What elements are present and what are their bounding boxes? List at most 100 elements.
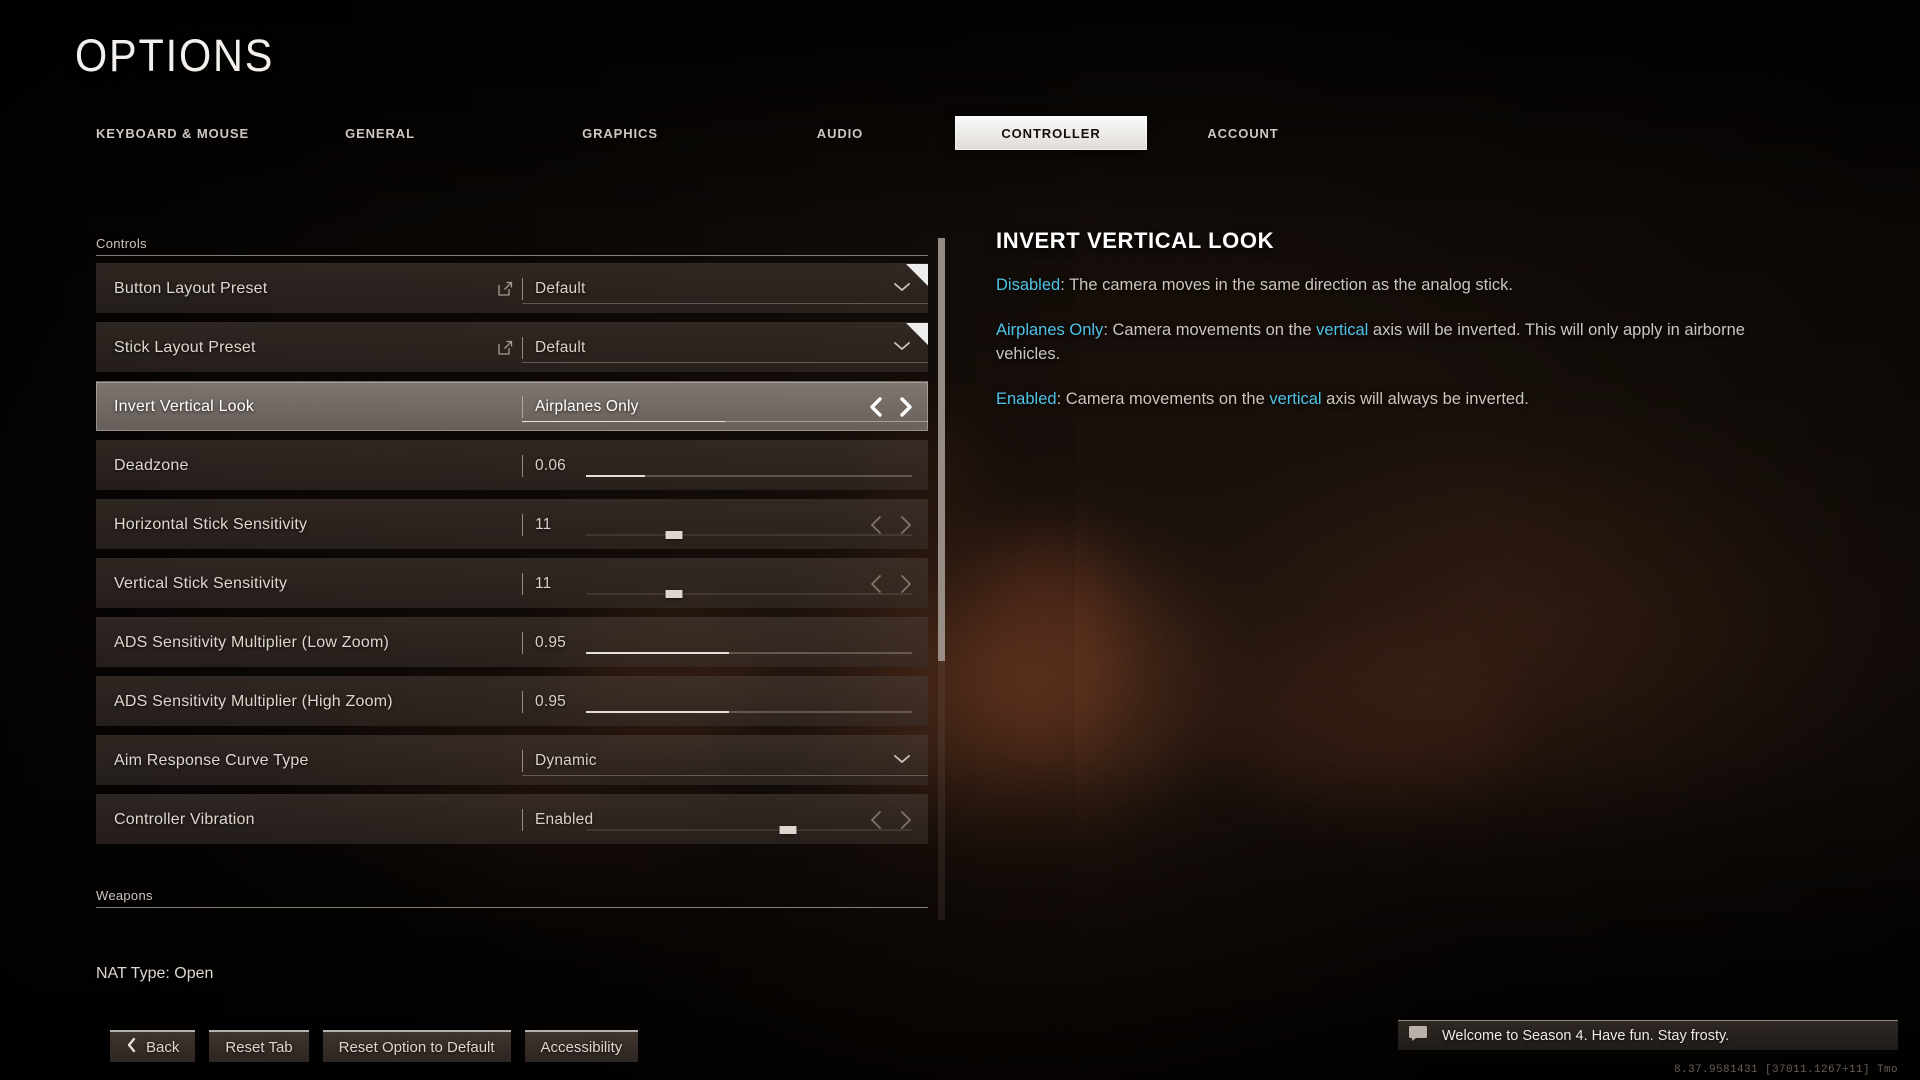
option-row[interactable]: Deadzone 0.06 <box>96 440 928 490</box>
option-row[interactable]: Stick Layout Preset Default <box>96 322 928 372</box>
value-progress-fill <box>522 421 725 422</box>
tab-controller[interactable]: CONTROLLER <box>955 116 1147 150</box>
slider-thumb[interactable] <box>779 826 797 834</box>
slider-thumb[interactable] <box>665 590 683 598</box>
arrow-left-icon[interactable] <box>868 396 884 418</box>
option-row[interactable]: Controller Vibration Enabled <box>96 794 928 844</box>
build-version-text: 8.37.9581431 [37011.1267+11] Tmo <box>1673 1064 1898 1076</box>
value-slider-track[interactable] <box>586 590 912 598</box>
option-row[interactable]: Aim Response Curve Type Dynamic <box>96 735 928 785</box>
slider-thumb[interactable] <box>665 531 683 539</box>
value-divider <box>522 454 523 477</box>
description-separator: : <box>1056 390 1066 409</box>
chevron-down-icon[interactable] <box>892 752 912 770</box>
row-corner-accent <box>906 323 928 345</box>
arrow-right-icon[interactable] <box>898 573 914 595</box>
value-divider <box>522 395 523 418</box>
reset-tab-button[interactable]: Reset Tab <box>209 1030 309 1062</box>
button-label: Back <box>146 1038 180 1056</box>
description-panel: INVERT VERTICAL LOOK Disabled: The camer… <box>996 228 1786 434</box>
value-divider <box>522 631 523 654</box>
description-keyword: Disabled <box>996 276 1061 294</box>
section-label-weapons: Weapons <box>96 888 153 903</box>
list-scrollbar[interactable] <box>938 238 945 920</box>
option-row[interactable]: Horizontal Stick Sensitivity 11 <box>96 499 928 549</box>
description-keyword: Airplanes Only <box>996 321 1104 340</box>
tab-keyboard-mouse[interactable]: KEYBOARD & MOUSE <box>75 116 270 150</box>
arrow-left-icon[interactable] <box>868 573 884 595</box>
arrow-right-icon[interactable] <box>898 809 914 831</box>
button-label: Accessibility <box>540 1038 623 1056</box>
reset-option-to-default-button[interactable]: Reset Option to Default <box>322 1030 511 1062</box>
option-label: Deadzone <box>114 456 189 474</box>
option-value-zone: Airplanes Only <box>522 382 928 431</box>
option-label: Vertical Stick Sensitivity <box>114 574 288 592</box>
tab-label: GENERAL <box>345 125 415 141</box>
accessibility-button[interactable]: Accessibility <box>524 1030 639 1062</box>
option-row[interactable]: ADS Sensitivity Multiplier (Low Zoom) 0.9… <box>96 617 928 667</box>
value-arrows <box>868 809 914 831</box>
option-label: Button Layout Preset <box>114 279 268 297</box>
value-arrows <box>868 396 914 418</box>
option-value-zone: 11 <box>522 500 928 549</box>
option-value-zone: 11 <box>522 559 928 608</box>
scrollbar-thumb[interactable] <box>938 238 945 661</box>
value-underline <box>522 303 928 304</box>
option-value: Airplanes Only <box>535 397 639 415</box>
value-divider <box>522 749 523 772</box>
description-separator: : <box>1060 276 1070 294</box>
arrow-left-icon[interactable] <box>868 514 884 536</box>
option-label: Controller Vibration <box>114 810 255 828</box>
option-row[interactable]: Invert Vertical Look Airplanes Only <box>96 381 928 431</box>
description-paragraph: Airplanes Only: Camera movements on the … <box>996 319 1786 366</box>
description-text: Camera movements on the <box>1112 321 1317 340</box>
arrow-right-icon[interactable] <box>898 514 914 536</box>
value-underline <box>522 362 928 363</box>
external-link-icon[interactable] <box>488 339 522 356</box>
value-divider <box>522 277 523 300</box>
option-value-zone: Dynamic <box>522 736 928 785</box>
section-divider <box>96 907 928 908</box>
option-value: 0.95 <box>535 692 566 710</box>
back-button[interactable]: Back <box>110 1030 196 1062</box>
arrow-right-icon[interactable] <box>898 396 914 418</box>
value-slider-track[interactable] <box>586 711 912 713</box>
external-link-icon[interactable] <box>488 280 522 297</box>
tab-graphics[interactable]: GRAPHICS <box>555 116 685 150</box>
option-value: 0.06 <box>535 456 566 474</box>
value-underline <box>522 775 928 776</box>
description-keyword: Enabled <box>996 390 1057 409</box>
value-slider-track[interactable] <box>586 475 912 477</box>
option-value: Default <box>535 338 586 356</box>
tab-audio[interactable]: AUDIO <box>790 116 890 150</box>
value-progress-track[interactable] <box>522 421 928 422</box>
weapons-section: Weapons <box>96 888 928 915</box>
tab-general[interactable]: GENERAL <box>320 116 440 150</box>
tab-account[interactable]: ACCOUNT <box>1183 116 1303 150</box>
option-value: 0.95 <box>535 633 566 651</box>
arrow-left-icon[interactable] <box>868 809 884 831</box>
tab-label: AUDIO <box>816 125 864 141</box>
option-row[interactable]: Vertical Stick Sensitivity 11 <box>96 558 928 608</box>
value-arrows <box>868 573 914 595</box>
value-divider <box>522 572 523 595</box>
value-slider-track[interactable] <box>586 531 912 539</box>
tab-label: CONTROLLER <box>1001 125 1101 141</box>
option-row[interactable]: Button Layout Preset Default <box>96 263 928 313</box>
option-label: Invert Vertical Look <box>114 397 255 415</box>
chat-notification-bar[interactable]: Welcome to Season 4. Have fun. Stay fros… <box>1398 1020 1898 1050</box>
option-value-zone: 0.95 <box>522 618 928 667</box>
button-label: Reset Option to Default <box>338 1038 495 1056</box>
option-value: 11 <box>535 515 552 533</box>
option-label: ADS Sensitivity Multiplier (High Zoom) <box>114 692 393 710</box>
chat-message: Welcome to Season 4. Have fun. Stay fros… <box>1442 1027 1730 1044</box>
option-value: Default <box>535 279 586 297</box>
option-row[interactable]: ADS Sensitivity Multiplier (High Zoom) 0.… <box>96 676 928 726</box>
section-label-controls: Controls <box>96 236 147 251</box>
description-text: Camera movements on the <box>1065 390 1270 409</box>
description-text: The camera moves in the same direction a… <box>1069 276 1513 294</box>
value-arrows <box>868 514 914 536</box>
value-slider-fill <box>586 711 730 713</box>
value-slider-track[interactable] <box>586 826 912 834</box>
value-slider-track[interactable] <box>586 652 912 654</box>
